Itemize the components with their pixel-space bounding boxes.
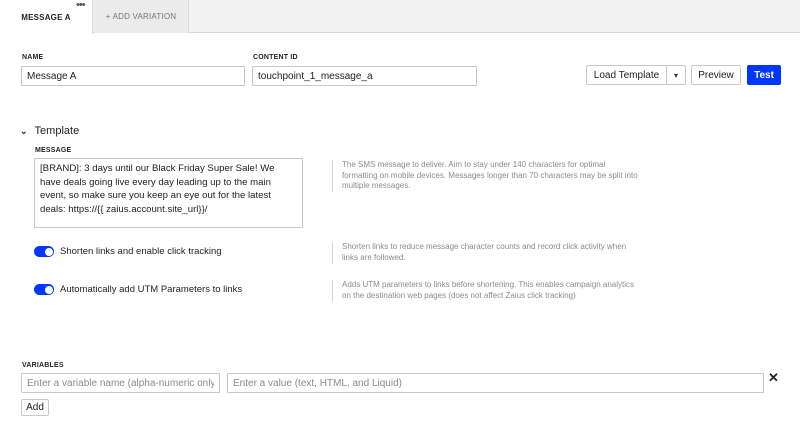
add-variation-label: + ADD VARIATION: [105, 12, 177, 21]
message-textarea[interactable]: [BRAND]: 3 days until our Black Friday S…: [34, 158, 303, 228]
content-id-label: CONTENT ID: [253, 54, 298, 61]
utm-params-help-text: Adds UTM parameters to links before shor…: [332, 280, 642, 302]
utm-params-toggle[interactable]: [34, 284, 54, 295]
variable-name-input[interactable]: [21, 373, 220, 393]
close-icon[interactable]: ✕: [768, 371, 779, 385]
add-variation-tab[interactable]: + ADD VARIATION: [94, 0, 189, 33]
template-section-title: Template: [34, 125, 80, 137]
variable-value-input[interactable]: [227, 373, 764, 393]
name-input[interactable]: [21, 66, 245, 86]
variables-label: VARIABLES: [22, 362, 64, 369]
shorten-links-help-text: Shorten links to reduce message characte…: [332, 242, 642, 264]
message-help-text: The SMS message to deliver. Aim to stay …: [332, 160, 642, 192]
utm-params-label: Automatically add UTM Parameters to link…: [60, 284, 243, 295]
shorten-links-toggle[interactable]: [34, 246, 54, 257]
load-template-label: Load Template: [593, 69, 660, 81]
more-options-icon[interactable]: •••: [76, 0, 86, 11]
load-template-button[interactable]: Load Template: [586, 65, 667, 85]
template-section-toggle[interactable]: ⌄ Template: [20, 125, 79, 137]
message-label: MESSAGE: [35, 147, 72, 154]
toggle-knob: [44, 247, 53, 256]
preview-label: Preview: [698, 69, 734, 81]
name-label: NAME: [22, 54, 44, 61]
toggle-knob: [44, 285, 53, 294]
add-variable-label: Add: [26, 402, 44, 413]
add-variable-button[interactable]: Add: [21, 399, 49, 416]
shorten-links-label: Shorten links and enable click tracking: [60, 246, 222, 257]
chevron-down-icon: ⌄: [20, 125, 28, 136]
chevron-down-icon: ▾: [673, 70, 678, 80]
load-template-dropdown-button[interactable]: ▾: [666, 65, 686, 85]
test-label: Test: [754, 69, 774, 81]
preview-button[interactable]: Preview: [691, 65, 741, 85]
tab-bar: MESSAGE A ••• + ADD VARIATION: [0, 0, 800, 34]
test-button[interactable]: Test: [747, 65, 781, 85]
tab-message-a-label: MESSAGE A: [21, 12, 71, 22]
content-id-input[interactable]: [252, 66, 477, 86]
